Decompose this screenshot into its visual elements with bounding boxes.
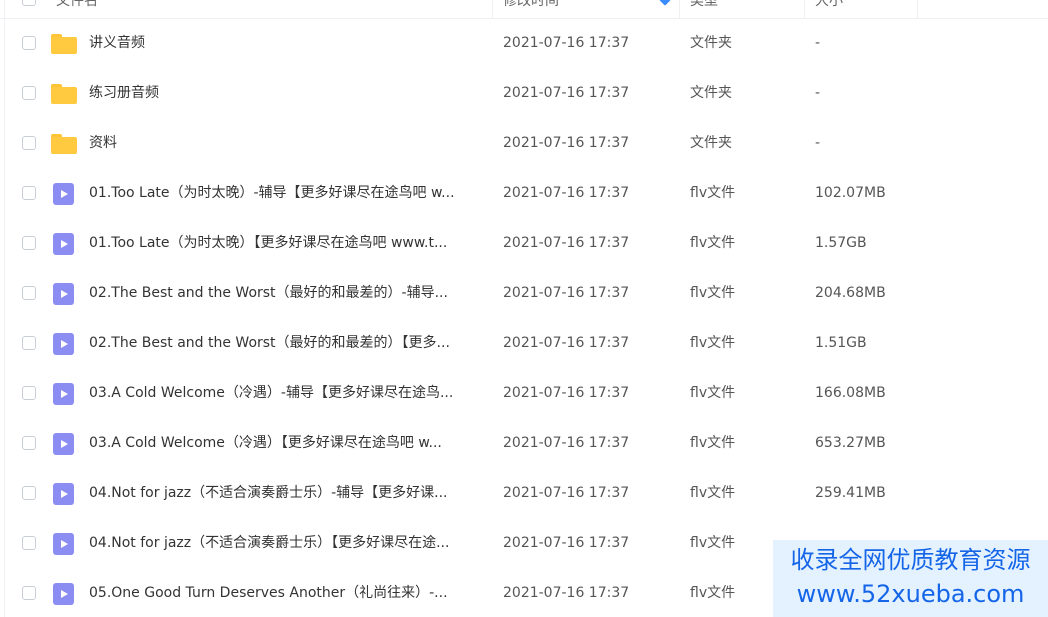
file-type: 文件夹 — [690, 135, 732, 151]
modified-time: 2021-07-16 17:37 — [503, 485, 630, 501]
modified-time: 2021-07-16 17:37 — [503, 435, 630, 451]
file-size: - — [815, 35, 821, 51]
modified-time: 2021-07-16 17:37 — [503, 35, 630, 51]
watermark-slogan: 收录全网优质教育资源 — [790, 546, 1031, 574]
column-divider[interactable] — [917, 0, 918, 18]
file-name[interactable]: 03.A Cold Welcome（冷遇）【更多好课尽在途鸟吧 w... — [89, 433, 484, 453]
video-file-icon — [53, 483, 74, 505]
row-checkbox[interactable] — [22, 536, 36, 550]
file-size: 204.68MB — [815, 285, 886, 301]
watermark-url: www.52xueba.com — [796, 580, 1025, 608]
video-file-icon — [53, 533, 74, 555]
file-name[interactable]: 讲义音频 — [89, 33, 484, 53]
file-name[interactable]: 04.Not for jazz（不适合演奏爵士乐）-辅导【更多好课... — [89, 483, 484, 503]
table-row[interactable]: 04.Not for jazz（不适合演奏爵士乐）-辅导【更多好课... 2021… — [0, 469, 1048, 519]
file-name[interactable]: 01.Too Late（为时太晚）【更多好课尽在途鸟吧 www.t... — [89, 233, 484, 253]
file-size: 259.41MB — [815, 485, 886, 501]
video-file-icon — [53, 333, 74, 355]
row-checkbox[interactable] — [22, 586, 36, 600]
row-checkbox[interactable] — [22, 486, 36, 500]
file-type: flv文件 — [690, 385, 736, 401]
file-type: flv文件 — [690, 185, 736, 201]
file-name[interactable]: 02.The Best and the Worst（最好的和最差的）【更多... — [89, 333, 484, 353]
file-name[interactable]: 02.The Best and the Worst（最好的和最差的）-辅导... — [89, 283, 484, 303]
table-row[interactable]: 资料 2021-07-16 17:37 文件夹 - — [0, 119, 1048, 169]
file-type: flv文件 — [690, 335, 736, 351]
table-row[interactable]: 02.The Best and the Worst（最好的和最差的）【更多...… — [0, 319, 1048, 369]
row-checkbox[interactable] — [22, 386, 36, 400]
row-checkbox[interactable] — [22, 36, 36, 50]
file-size: 166.08MB — [815, 385, 886, 401]
modified-time: 2021-07-16 17:37 — [503, 385, 630, 401]
column-divider[interactable] — [679, 0, 680, 18]
row-checkbox[interactable] — [22, 336, 36, 350]
table-row[interactable]: 讲义音频 2021-07-16 17:37 文件夹 - — [0, 19, 1048, 69]
column-header-modified[interactable]: 修改时间 — [503, 0, 559, 18]
table-row[interactable]: 01.Too Late（为时太晚）-辅导【更多好课尽在途鸟吧 w... 2021-… — [0, 169, 1048, 219]
table-header: 文件名 修改时间 类型 大小 — [0, 0, 1048, 19]
video-file-icon — [53, 433, 74, 455]
file-type: 文件夹 — [690, 85, 732, 101]
folder-icon — [51, 84, 77, 104]
sort-desc-icon[interactable] — [659, 0, 671, 6]
video-file-icon — [53, 383, 74, 405]
file-name[interactable]: 04.Not for jazz（不适合演奏爵士乐）【更多好课尽在途... — [89, 533, 484, 553]
select-all-checkbox[interactable] — [22, 0, 36, 6]
file-type: 文件夹 — [690, 35, 732, 51]
column-divider[interactable] — [492, 0, 493, 18]
modified-time: 2021-07-16 17:37 — [503, 185, 630, 201]
file-name[interactable]: 01.Too Late（为时太晚）-辅导【更多好课尽在途鸟吧 w... — [89, 183, 484, 203]
table-row[interactable]: 02.The Best and the Worst（最好的和最差的）-辅导...… — [0, 269, 1048, 319]
row-checkbox[interactable] — [22, 436, 36, 450]
modified-time: 2021-07-16 17:37 — [503, 285, 630, 301]
watermark: 收录全网优质教育资源 www.52xueba.com — [773, 540, 1048, 617]
modified-time: 2021-07-16 17:37 — [503, 85, 630, 101]
video-file-icon — [53, 583, 74, 605]
modified-time: 2021-07-16 17:37 — [503, 535, 630, 551]
column-header-name[interactable]: 文件名 — [56, 0, 98, 18]
file-type: flv文件 — [690, 285, 736, 301]
row-checkbox[interactable] — [22, 236, 36, 250]
file-name[interactable]: 03.A Cold Welcome（冷遇）-辅导【更多好课尽在途鸟... — [89, 383, 484, 403]
file-type: flv文件 — [690, 435, 736, 451]
file-name[interactable]: 资料 — [89, 133, 484, 153]
video-file-icon — [53, 283, 74, 305]
table-row[interactable]: 03.A Cold Welcome（冷遇）-辅导【更多好课尽在途鸟... 2021… — [0, 369, 1048, 419]
folder-icon — [51, 34, 77, 54]
table-row[interactable]: 练习册音频 2021-07-16 17:37 文件夹 - — [0, 69, 1048, 119]
table-row[interactable]: 01.Too Late（为时太晚）【更多好课尽在途鸟吧 www.t... 2021… — [0, 219, 1048, 269]
file-type: flv文件 — [690, 535, 736, 551]
file-size: 1.57GB — [815, 235, 867, 251]
column-divider[interactable] — [804, 0, 805, 18]
column-header-size[interactable]: 大小 — [815, 0, 843, 18]
file-size: 1.51GB — [815, 335, 867, 351]
row-checkbox[interactable] — [22, 286, 36, 300]
file-size: 102.07MB — [815, 185, 886, 201]
file-size: - — [815, 135, 821, 151]
modified-time: 2021-07-16 17:37 — [503, 335, 630, 351]
video-file-icon — [53, 183, 74, 205]
video-file-icon — [53, 233, 74, 255]
file-size: - — [815, 85, 821, 101]
modified-time: 2021-07-16 17:37 — [503, 585, 630, 601]
table-row[interactable]: 03.A Cold Welcome（冷遇）【更多好课尽在途鸟吧 w... 2021… — [0, 419, 1048, 469]
file-size: 653.27MB — [815, 435, 886, 451]
folder-icon — [51, 134, 77, 154]
file-type: flv文件 — [690, 235, 736, 251]
file-name[interactable]: 练习册音频 — [89, 83, 484, 103]
file-list-view: 文件名 修改时间 类型 大小 讲义音频 2021-07-16 17:37 文件夹 - 练… — [0, 0, 1048, 617]
row-checkbox[interactable] — [22, 186, 36, 200]
file-type: flv文件 — [690, 585, 736, 601]
file-type: flv文件 — [690, 485, 736, 501]
file-name[interactable]: 05.One Good Turn Deserves Another（礼尚往来）-… — [89, 583, 484, 603]
column-header-type[interactable]: 类型 — [690, 0, 718, 18]
row-checkbox[interactable] — [22, 136, 36, 150]
modified-time: 2021-07-16 17:37 — [503, 135, 630, 151]
row-checkbox[interactable] — [22, 86, 36, 100]
modified-time: 2021-07-16 17:37 — [503, 235, 630, 251]
